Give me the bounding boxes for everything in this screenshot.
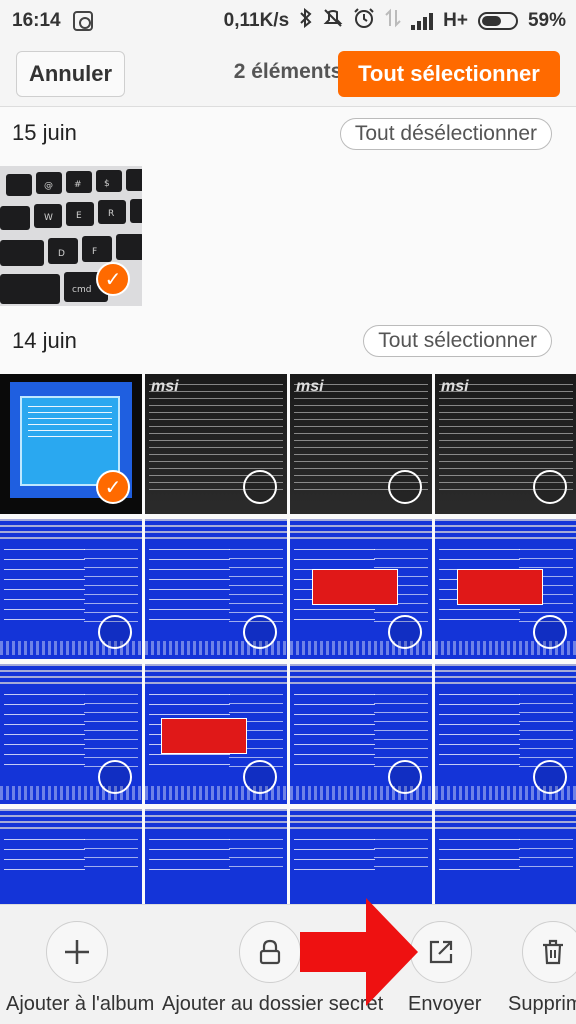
bluetooth-icon	[299, 7, 313, 34]
select-circle-icon	[533, 470, 567, 504]
svg-text:#: #	[74, 180, 82, 190]
data-transfer-icon	[385, 8, 401, 34]
selected-check-icon: ✓	[96, 470, 130, 504]
photo-thumbnail-bios-boot-dialog[interactable]	[145, 664, 287, 804]
bios-red-dialog	[312, 569, 398, 605]
msi-logo: msi	[151, 378, 179, 395]
bios-screen	[145, 809, 287, 904]
cancel-button[interactable]: Annuler	[16, 51, 125, 97]
svg-text:$: $	[104, 179, 110, 189]
section-date-14-juin: 14 juin	[12, 328, 77, 353]
msi-logo: msi	[296, 378, 324, 395]
delete-label: Supprim	[508, 993, 576, 1015]
section-select-all-button[interactable]: Tout sélectionner	[363, 325, 552, 357]
photo-thumbnail-bios-main[interactable]	[435, 809, 576, 904]
photo-thumbnail-bios-boot[interactable]	[0, 519, 142, 659]
photo-thumbnail-bios-main[interactable]	[0, 809, 142, 904]
svg-text:F: F	[92, 247, 97, 257]
deselect-all-button[interactable]: Tout désélectionner	[339, 118, 552, 150]
select-circle-icon	[243, 470, 277, 504]
mute-icon	[323, 8, 343, 34]
select-circle-icon	[533, 615, 567, 649]
select-circle-icon	[388, 470, 422, 504]
add-to-secret-folder-label: Ajouter au dossier secret	[162, 993, 384, 1015]
select-circle-icon	[243, 760, 277, 794]
svg-text:R: R	[108, 209, 114, 219]
add-to-album-action[interactable]: Ajouter à l'album	[0, 905, 154, 1024]
status-time: 16:14	[12, 10, 61, 31]
status-bar: 16:14 0,11K/s H+ 59%	[0, 0, 576, 42]
select-circle-icon	[533, 760, 567, 794]
photo-thumbnail-bios-main[interactable]	[145, 809, 287, 904]
section-date-15-juin: 15 juin	[12, 120, 77, 145]
select-circle-icon	[243, 615, 277, 649]
selection-action-bar: Annuler 2 éléments Tout sélectionner	[0, 42, 576, 106]
divider	[0, 106, 576, 107]
svg-text:@: @	[44, 181, 53, 191]
photo-thumbnail-msi-post[interactable]: msi	[290, 374, 432, 514]
add-to-secret-folder-action[interactable]: Ajouter au dossier secret	[160, 905, 385, 1024]
photo-thumbnail-bios-boot-dialog[interactable]	[290, 519, 432, 659]
network-speed: 0,11K/s	[223, 10, 290, 31]
photo-thumbnail-bios-main[interactable]	[290, 809, 432, 904]
trash-icon[interactable]	[522, 921, 576, 983]
svg-text:W: W	[44, 213, 53, 223]
plus-icon[interactable]	[46, 921, 108, 983]
bios-red-dialog	[161, 718, 247, 754]
bios-red-dialog	[457, 569, 543, 605]
select-circle-icon	[388, 615, 422, 649]
photo-thumbnail-bios-advanced[interactable]	[435, 664, 576, 804]
share-icon[interactable]	[410, 921, 472, 983]
photo-thumbnail-msi-post[interactable]: msi	[435, 374, 576, 514]
send-action[interactable]: Envoyer	[396, 905, 496, 1024]
photo-thumbnail-keyboard[interactable]: @ # $ W E R D F cmd ✓	[0, 166, 142, 306]
photo-thumbnail-bios-boot[interactable]	[290, 664, 432, 804]
svg-text:D: D	[58, 249, 65, 259]
photo-thumbnail-bios-boot-dialog[interactable]	[435, 519, 576, 659]
alarm-icon	[353, 7, 375, 35]
bios-screen	[0, 809, 142, 904]
bios-screen	[435, 809, 576, 904]
bios-screen	[290, 809, 432, 904]
photo-thumbnail-msi-post[interactable]: msi	[145, 374, 287, 514]
select-circle-icon	[98, 760, 132, 794]
photo-thumbnail-boot-menu[interactable]: ✓	[0, 374, 142, 514]
svg-text:cmd: cmd	[72, 285, 91, 295]
screenshot-app-icon	[72, 11, 93, 31]
status-right: 0,11K/s H+ 59%	[224, 0, 566, 42]
delete-action[interactable]: Supprim	[506, 905, 576, 1024]
select-circle-icon	[98, 615, 132, 649]
selected-check-icon: ✓	[96, 262, 130, 296]
send-label: Envoyer	[408, 993, 482, 1015]
battery-percent: 59%	[527, 10, 566, 31]
bottom-action-bar: Ajouter à l'album Ajouter au dossier sec…	[0, 904, 576, 1024]
signal-icon	[411, 12, 434, 30]
photo-thumbnail-bios-boot[interactable]	[145, 519, 287, 659]
msi-logo: msi	[441, 378, 469, 395]
lock-icon[interactable]	[239, 921, 301, 983]
photo-thumbnail-bios-boot[interactable]	[0, 664, 142, 804]
battery-icon	[477, 12, 518, 30]
network-type: H+	[443, 10, 468, 31]
select-all-button[interactable]: Tout sélectionner	[338, 51, 560, 97]
svg-text:E: E	[76, 211, 82, 221]
select-circle-icon	[388, 760, 422, 794]
add-to-album-label: Ajouter à l'album	[6, 993, 155, 1015]
